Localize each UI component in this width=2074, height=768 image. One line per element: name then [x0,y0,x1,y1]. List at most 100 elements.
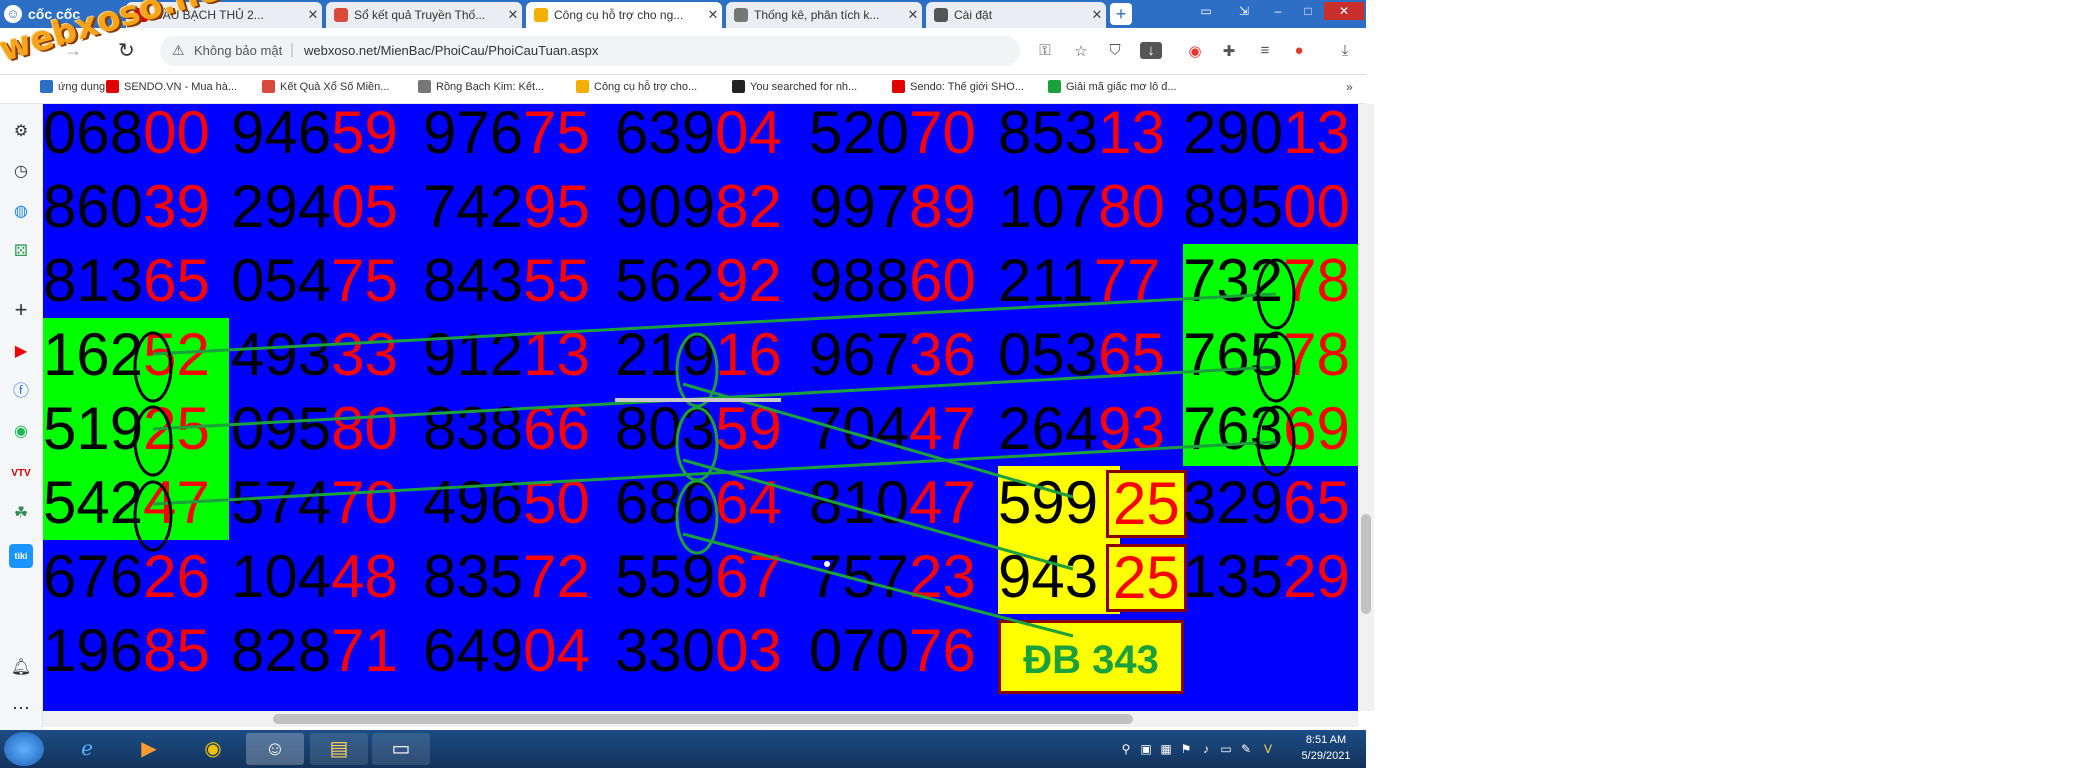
phoi-cau-grid: 06800 94659 97675 63904 52070 85313 29013 86039… [43,104,1363,711]
history-icon[interactable]: ◷ [9,160,33,184]
coccoc-logo-icon: ☺ [4,5,22,23]
tab-1[interactable]: Sổ kết quả Truyền Thố... ✕ [326,2,522,28]
horizontal-scrollbar[interactable] [43,711,1358,727]
bookmark-4[interactable]: Công cụ hỗ trợ cho... [576,80,697,93]
bookmark-0[interactable]: ứng dụng [40,80,105,93]
playlist-icon[interactable]: ≡ [1254,42,1276,59]
messenger-icon[interactable]: ◍ [9,200,33,224]
bookmark-favicon-icon [418,80,431,93]
more-bookmarks-icon[interactable]: » [1346,80,1353,94]
download-icon[interactable]: ↓ [1140,42,1162,59]
add-sidebar-icon[interactable]: + [9,298,33,322]
url-text[interactable]: webxoso.net/MienBac/PhoiCau/PhoiCauTuan.… [304,43,598,58]
explorer-icon[interactable]: ▤ [310,733,368,765]
horizontal-scroll-thumb[interactable] [273,714,1133,724]
tray-network-icon[interactable]: ⚲ [1118,742,1134,756]
tray-window-icon[interactable]: ▭ [1218,742,1234,756]
tiki-icon[interactable]: tiki [9,544,33,568]
marker-ellipse-green [675,332,719,408]
tray-device-icon[interactable]: ▣ [1138,742,1154,756]
marker-ellipse [1256,405,1296,477]
restore-icon[interactable]: ⇲ [1230,2,1258,20]
extensions-icon[interactable]: ✚ [1218,42,1240,60]
ie-icon[interactable]: ℯ [58,733,116,765]
pattern-line [152,440,1277,506]
tab-label: Công cụ hỗ trợ cho ng... [554,8,684,22]
chrome-icon[interactable]: ◉ [1184,42,1206,60]
tab-close-icon[interactable]: ✕ [904,7,922,23]
tab-favicon-icon [534,8,548,22]
key-icon[interactable]: ⚿ [1034,42,1056,59]
tab-close-icon[interactable]: ✕ [504,7,522,23]
bookmark-3[interactable]: Rồng Bạch Kim: Kết... [418,80,544,93]
minimize-button[interactable]: – [1264,2,1292,20]
tab-4[interactable]: Cài đặt ✕ [926,2,1106,28]
start-button[interactable] [4,732,44,766]
bookmark-favicon-icon [1048,80,1061,93]
bookmark-label: Sendo: Thế giới SHO... [910,80,1025,93]
profile-icon[interactable]: ● [1288,42,1310,59]
clock-time[interactable]: 8:51 AM [1296,734,1356,746]
tray-monitor-icon[interactable]: ▦ [1158,742,1174,756]
bookmark-favicon-icon [106,80,119,93]
tab-label: Sổ kết quả Truyền Thố... [354,8,486,22]
bookmark-favicon-icon [576,80,589,93]
vertical-scrollbar[interactable] [1358,104,1374,711]
tab-close-icon[interactable]: ✕ [704,7,722,23]
bookmark-favicon-icon [732,80,745,93]
warning-icon[interactable]: ⚠ [172,42,185,59]
pattern-line [682,532,1074,638]
tray-flag-icon[interactable]: ⚑ [1178,742,1194,756]
system-tray: ⚲ ▣ ▦ ⚑ ♪ ▭ ✎ V 8:51 AM 5/29/2021 [1110,730,1366,768]
bookmark-favicon-icon [40,80,53,93]
cursor-dot [824,561,830,567]
bookmark-7[interactable]: Giải mã giấc mơ lô đ... [1048,80,1177,93]
bookmark-label: ứng dụng [58,80,106,93]
tab-favicon-icon [734,8,748,22]
tab-label: Thống kê, phân tích k... [754,8,880,22]
omnibox[interactable]: ⚠ Không bảo mật | webxoso.net/MienBac/Ph… [160,36,1020,66]
spotify-icon[interactable]: ◉ [9,420,33,444]
screenshot-icon[interactable]: ▭ [1192,2,1220,20]
reload-button[interactable]: ↻ [118,38,135,63]
tab-label: Cài đặt [954,8,993,22]
tab-3[interactable]: Thống kê, phân tích k... ✕ [726,2,922,28]
youtube-icon[interactable]: ▶ [9,340,33,364]
marker-ellipse [133,331,173,403]
security-status[interactable]: Không bảo mật [194,43,282,58]
maximize-button[interactable]: □ [1294,2,1322,20]
left-sidebar: ⚙ ◷ ◍ ⚄ + ▶ ⓕ ◉ VTV ☘ tiki 🔔︎ ⋯ [0,104,43,730]
notifications-icon[interactable]: 🔔︎ [9,656,33,680]
bookmark-6[interactable]: Sendo: Thế giới SHO... [892,80,1024,93]
taskbar: ℯ ▶ ◉ ☺ ▤ ▭ ⚲ ▣ ▦ ⚑ ♪ ▭ ✎ V 8:51 AM 5/29… [0,730,1366,768]
volume-icon[interactable]: ♪ [1198,742,1214,756]
vertical-scroll-thumb[interactable] [1361,514,1371,614]
bookmark-label: Rồng Bạch Kim: Kết... [436,80,545,93]
turtle-icon[interactable]: ☘ [9,502,33,526]
tray-pen-icon[interactable]: ✎ [1238,742,1254,756]
tab-close-icon[interactable]: ✕ [304,7,322,23]
bookmark-5[interactable]: You searched for nh... [732,80,857,93]
pattern-line [682,458,1074,571]
bookmark-1[interactable]: SENDO.VN - Mua hà... [106,80,237,93]
media-player-icon[interactable]: ▶ [120,733,178,765]
downloads-icon[interactable]: ⤓ [1334,42,1356,59]
shield-icon[interactable]: ⛉ [1104,42,1126,59]
facebook-icon[interactable]: ⓕ [9,380,33,404]
tab-2[interactable]: Công cụ hỗ trợ cho ng... ✕ [526,2,722,28]
chrome-taskbar-icon[interactable]: ◉ [184,733,242,765]
new-tab-button[interactable]: + [1110,3,1132,25]
tab-close-icon[interactable]: ✕ [1088,7,1106,23]
star-icon[interactable]: ☆ [1070,42,1092,60]
clock-date[interactable]: 5/29/2021 [1296,750,1356,762]
tray-v-icon[interactable]: V [1260,742,1276,756]
settings-icon[interactable]: ⚙ [9,120,33,144]
bookmark-2[interactable]: Kết Quả Xổ Số Miền... [262,80,389,93]
coccoc-taskbar-icon[interactable]: ☺ [246,733,304,765]
more-icon[interactable]: ⋯ [9,696,33,720]
pattern-overlay [133,258,1296,638]
window-app-icon[interactable]: ▭ [372,733,430,765]
vtv-icon[interactable]: VTV [9,462,33,486]
games-icon[interactable]: ⚄ [9,240,33,264]
close-window-button[interactable]: ✕ [1324,2,1364,20]
